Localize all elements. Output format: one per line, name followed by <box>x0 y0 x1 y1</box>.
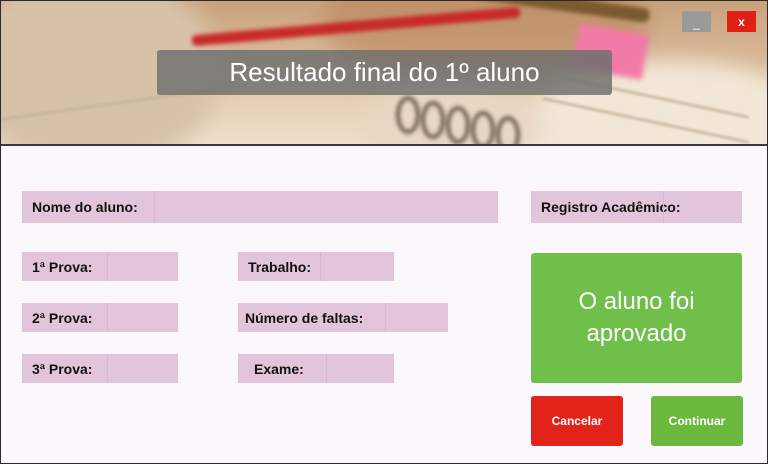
exam3-value <box>107 354 178 383</box>
exam1-label: 1ª Prova: <box>32 258 93 275</box>
student-name-field: Nome do aluno: <box>22 191 498 223</box>
page-title: Resultado final do 1º aluno <box>229 57 540 87</box>
academic-record-field: Registro Acadêmico: <box>531 191 742 223</box>
student-name-label: Nome do aluno: <box>32 199 138 215</box>
title-bar: Resultado final do 1º aluno <box>157 50 612 95</box>
assignment-field: Trabalho: <box>238 252 394 281</box>
result-status-panel: O aluno foi aprovado <box>531 253 742 383</box>
exam3-field: 3ª Prova: <box>22 354 178 383</box>
final-exam-field: Exame: <box>238 354 394 383</box>
close-button[interactable]: x <box>727 11 756 32</box>
exam2-value <box>107 303 178 332</box>
absences-label: Número de faltas: <box>245 309 364 326</box>
cancel-button[interactable]: Cancelar <box>531 396 623 446</box>
result-window: Resultado final do 1º aluno _ x Nome do … <box>0 0 768 464</box>
exam1-field: 1ª Prova: <box>22 252 178 281</box>
exam2-label: 2ª Prova: <box>32 309 93 326</box>
result-status-text: O aluno foi aprovado <box>578 288 695 347</box>
exam3-label: 3ª Prova: <box>32 360 93 377</box>
header-divider <box>1 144 767 146</box>
minimize-button[interactable]: _ <box>682 11 711 32</box>
final-exam-value <box>326 354 394 383</box>
header-banner: Resultado final do 1º aluno _ x <box>1 1 767 144</box>
exam1-value <box>107 252 178 281</box>
continue-button[interactable]: Continuar <box>651 396 743 446</box>
assignment-value <box>320 252 394 281</box>
student-name-value <box>154 191 498 223</box>
academic-record-value <box>663 191 742 223</box>
academic-record-label: Registro Acadêmico: <box>541 199 681 215</box>
final-exam-label: Exame: <box>254 360 304 377</box>
exam2-field: 2ª Prova: <box>22 303 178 332</box>
assignment-label: Trabalho: <box>248 258 312 275</box>
absences-value <box>385 303 448 332</box>
absences-field: Número de faltas: <box>238 303 448 332</box>
